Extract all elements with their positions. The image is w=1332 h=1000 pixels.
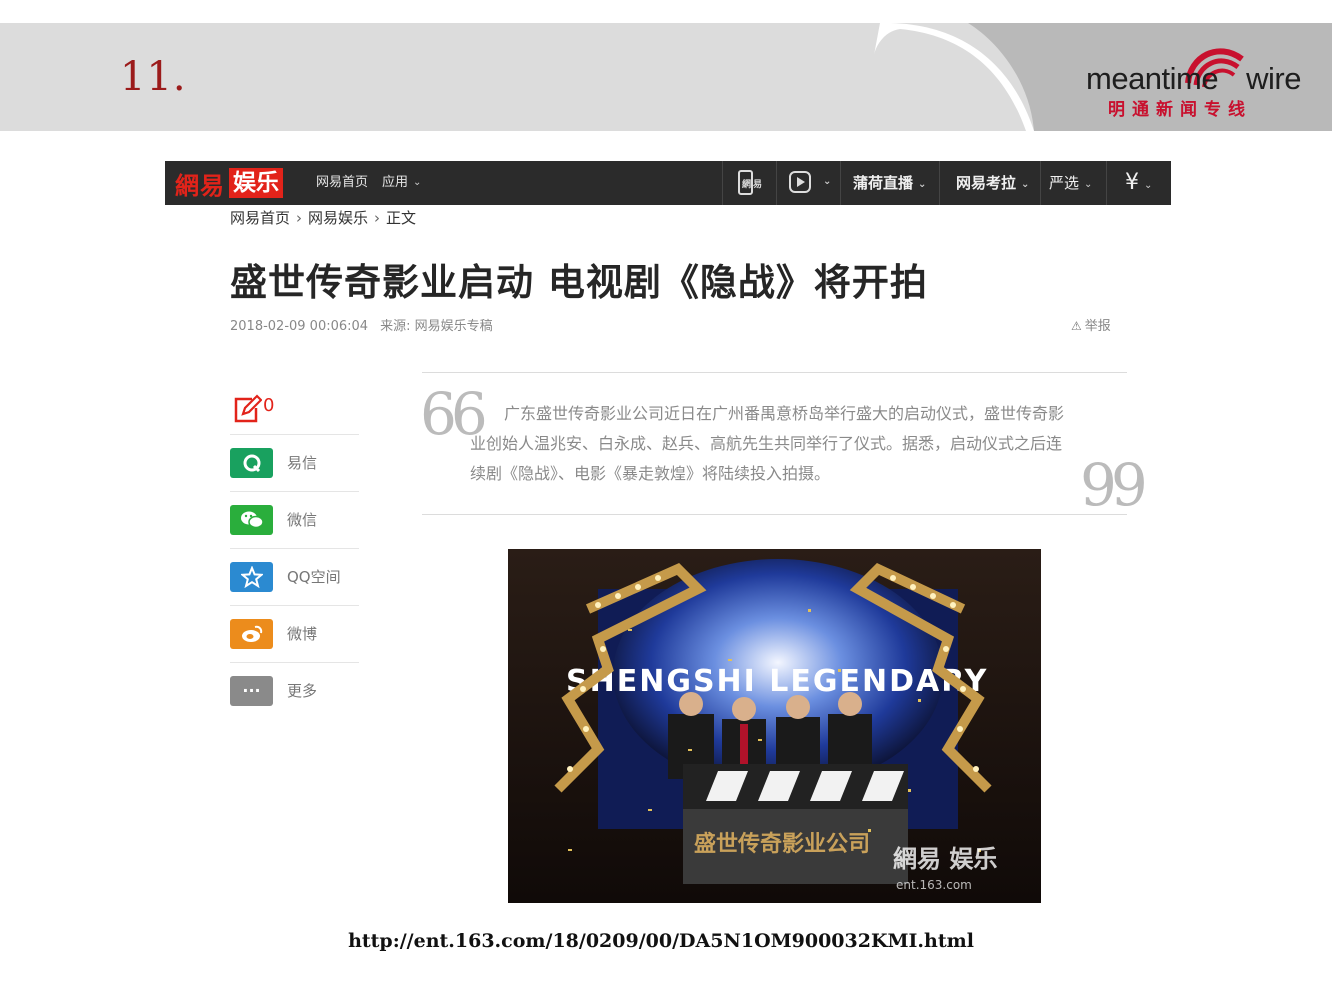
video-menu[interactable]: ⌄ (788, 161, 832, 205)
edit-comment-icon (234, 394, 262, 423)
chevron-right-icon: › (374, 209, 381, 227)
play-video-icon (789, 171, 811, 193)
warning-icon: ⚠ (1071, 319, 1082, 333)
podium-text: 盛世传奇影业公司 (694, 831, 870, 857)
share-item-wechat[interactable]: 微信 (230, 492, 359, 549)
breadcrumb-ent[interactable]: 网易娱乐 (308, 209, 368, 227)
photo-watermark: 網易 娱乐 (893, 844, 997, 873)
screen-text: SHENGSHI LEGENDARY (566, 664, 988, 699)
article-photo: SHENGSHI LEGENDARY 盛世传奇影业公司 網易 娱乐 ent.16… (508, 549, 1041, 903)
nav-divider (722, 161, 723, 205)
chevron-down-icon: ⌄ (1084, 179, 1093, 190)
quote-divider-bottom (422, 514, 1127, 515)
brand-english: meantime wire (1086, 61, 1301, 96)
article-meta: 2018-02-09 00:06:04 来源: 网易娱乐专稿 (230, 315, 493, 334)
article-source[interactable]: 来源: 网易娱乐专稿 (380, 319, 493, 334)
report-link[interactable]: ⚠ 举报 (1071, 315, 1111, 334)
svg-text:易: 易 (753, 179, 762, 190)
svg-text:網: 網 (742, 178, 751, 190)
yuan-icon: ¥ (1125, 170, 1139, 195)
share-item-more[interactable]: ··· 更多 (230, 663, 359, 719)
share-item-weibo[interactable]: 微博 (230, 606, 359, 663)
weibo-icon[interactable] (230, 619, 273, 649)
yuan-menu[interactable]: ¥ ⌄ (1125, 161, 1152, 205)
slide-number: 11. (120, 54, 187, 100)
nav-link-apps[interactable]: 应用 ⌄ (382, 161, 421, 205)
nav-divider (1106, 161, 1107, 205)
article-summary: 广东盛世传奇影业公司近日在广州番禺意桥岛举行盛大的启动仪式，盛世传奇影业创始人温… (470, 404, 1065, 483)
breadcrumb: 网易首页 › 网易娱乐 › 正文 (230, 207, 416, 228)
share-item-qzone[interactable]: QQ空间 (230, 549, 359, 606)
chevron-down-icon: ⌄ (918, 179, 927, 190)
breadcrumb-home[interactable]: 网易首页 (230, 209, 290, 227)
nav-link-home[interactable]: 网易首页 (316, 161, 368, 205)
share-sidebar: 0 易信 微信 QQ空间 微博 ··· 更多 (230, 390, 359, 719)
share-label: 更多 (287, 682, 318, 700)
chevron-down-icon: ⌄ (1021, 179, 1030, 190)
netease-ent-logo[interactable]: 網易 娱乐 (175, 168, 283, 200)
share-item-yixin[interactable]: 易信 (230, 435, 359, 492)
site-top-nav: 網易 娱乐 网易首页 应用 ⌄ 網 易 ⌄ 蒲荷直播 ⌄ 网易考拉 ⌄ 严选 ⌄ ¥ ⌄ (165, 161, 1171, 205)
share-label: 微信 (287, 511, 318, 529)
brand-chinese: 明通新闻专线 (1108, 100, 1252, 120)
nav-item-yanxuan[interactable]: 严选 ⌄ (1049, 161, 1092, 205)
comment-count-box[interactable]: 0 (230, 390, 359, 435)
chevron-down-icon: ⌄ (1144, 180, 1153, 191)
nav-divider (840, 161, 841, 205)
nav-divider (776, 161, 777, 205)
meantime-wire-logo: meantime wire 明通新闻专线 (1086, 37, 1306, 123)
more-dots-icon[interactable]: ··· (230, 676, 273, 706)
article-title: 盛世传奇影业启动 电视剧《隐战》将开拍 (230, 261, 928, 304)
quote-divider-top (422, 372, 1127, 373)
comment-count: 0 (263, 395, 275, 416)
qzone-star-icon[interactable] (230, 562, 273, 592)
nav-divider (1040, 161, 1041, 205)
share-label: 微博 (287, 625, 318, 643)
quote-close-icon: 99 (1080, 451, 1148, 519)
source-url[interactable]: http://ent.163.com/18/0209/00/DA5N1OM900… (0, 930, 1322, 952)
article-datetime: 2018-02-09 00:06:04 (230, 319, 369, 334)
share-label: QQ空间 (287, 568, 341, 586)
breadcrumb-current: 正文 (386, 209, 417, 227)
photo-watermark-url: ent.163.com (896, 878, 972, 892)
yixin-icon[interactable] (230, 448, 273, 478)
wechat-icon[interactable] (230, 505, 273, 535)
chevron-right-icon: › (296, 209, 303, 227)
phone-app-icon[interactable]: 網 易 (736, 161, 766, 205)
chevron-down-icon: ⌄ (413, 177, 422, 188)
share-label: 易信 (287, 454, 318, 472)
chevron-down-icon: ⌄ (823, 176, 832, 187)
nav-item-live[interactable]: 蒲荷直播 ⌄ (853, 161, 926, 205)
nav-divider (939, 161, 940, 205)
nav-item-kaola[interactable]: 网易考拉 ⌄ (956, 161, 1029, 205)
